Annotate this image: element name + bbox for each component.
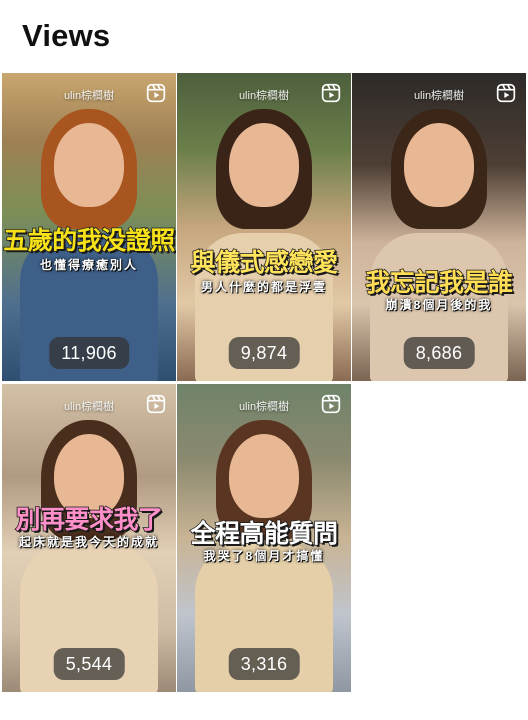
view-count: 9,874 bbox=[228, 337, 300, 369]
reels-icon bbox=[146, 83, 166, 103]
page-title: Views bbox=[22, 18, 111, 53]
reels-icon bbox=[321, 394, 341, 414]
caption-sub: 也懂得療癒別人 bbox=[39, 258, 138, 272]
reels-grid: ulin棕櫚樹 五歲的我没證照 也懂得療癒別人 11,906 ulin棕櫚樹 與… bbox=[0, 73, 528, 693]
caption-main: 我忘記我是誰 bbox=[365, 268, 514, 298]
view-count: 3,316 bbox=[228, 648, 300, 680]
caption-sub: 男人什麼的都是浮雲 bbox=[200, 280, 327, 294]
reel-tile-1[interactable]: ulin棕櫚樹 五歲的我没證照 也懂得療癒別人 11,906 bbox=[2, 73, 176, 381]
subject-face bbox=[54, 123, 124, 207]
reels-icon bbox=[146, 394, 166, 414]
view-count: 5,544 bbox=[53, 648, 125, 680]
subject-face bbox=[404, 123, 474, 207]
caption-main: 五歲的我没證照 bbox=[2, 226, 176, 256]
view-count: 8,686 bbox=[403, 337, 475, 369]
reel-tile-5[interactable]: ulin棕櫚樹 全程高能質問 我哭了8個月才搞懂 3,316 bbox=[177, 384, 351, 692]
caption-sub: 崩潰8個月後的我 bbox=[385, 298, 493, 312]
reels-icon bbox=[496, 83, 516, 103]
subject-face bbox=[229, 123, 299, 207]
caption-sub: 我哭了8個月才搞懂 bbox=[203, 549, 325, 563]
caption-sub: 起床就是我今天的成就 bbox=[18, 535, 159, 549]
subject-face bbox=[229, 434, 299, 518]
reels-icon bbox=[321, 83, 341, 103]
reel-tile-4[interactable]: ulin棕櫚樹 別再要求我了 起床就是我今天的成就 5,544 bbox=[2, 384, 176, 692]
reel-tile-3[interactable]: ulin棕櫚樹 我忘記我是誰 崩潰8個月後的我 8,686 bbox=[352, 73, 526, 381]
view-count: 11,906 bbox=[49, 337, 129, 369]
caption-main: 與儀式感戀愛 bbox=[190, 248, 339, 278]
caption-main: 全程高能質問 bbox=[190, 519, 339, 549]
reel-tile-2[interactable]: ulin棕櫚樹 與儀式感戀愛 男人什麼的都是浮雲 9,874 bbox=[177, 73, 351, 381]
caption-main: 別再要求我了 bbox=[15, 505, 164, 535]
